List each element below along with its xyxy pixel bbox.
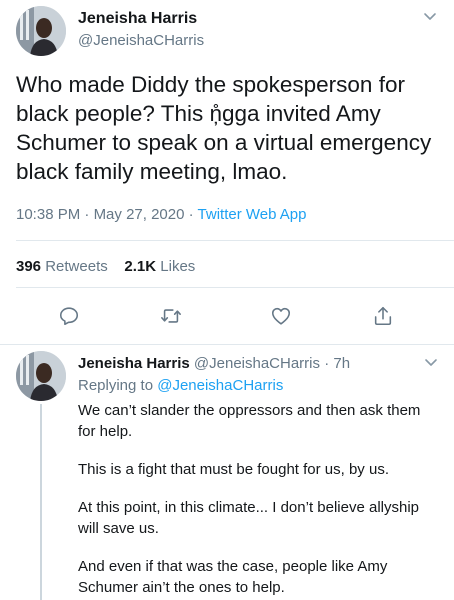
tweet-date[interactable]: May 27, 2020	[94, 206, 185, 223]
divider	[16, 287, 454, 288]
retweets-label: Retweets	[45, 258, 108, 275]
replying-to-prefix: Replying to	[78, 377, 154, 394]
reply-paragraph: We can’t slander the oppressors and then…	[78, 402, 421, 440]
thread-line	[40, 404, 42, 600]
reply-author-name[interactable]: Jeneisha Harris	[78, 355, 190, 372]
replying-to: Replying to @JeneishaCHarris	[78, 377, 283, 394]
likes-label: Likes	[160, 258, 196, 275]
divider	[16, 240, 454, 241]
avatar[interactable]	[16, 6, 66, 56]
reply-paragraph: At this point, in this climate... I don’…	[78, 499, 420, 537]
chevron-down-icon[interactable]	[423, 10, 437, 24]
reply-author-handle[interactable]: @JeneishaCHarris	[194, 355, 320, 372]
likes-stat[interactable]: 2.1K Likes	[124, 258, 195, 275]
retweet-icon[interactable]	[160, 305, 182, 327]
reply-header: Jeneisha Harris @JeneishaCHarris · 7h	[78, 355, 350, 372]
replying-to-handle[interactable]: @JeneishaCHarris	[157, 377, 283, 394]
likes-count: 2.1K	[124, 258, 157, 275]
tweet-text: Who made Diddy the spokesperson for blac…	[16, 72, 432, 184]
heart-icon[interactable]	[270, 305, 292, 327]
tweet-meta: 10:38 PM · May 27, 2020 · Twitter Web Ap…	[16, 206, 307, 223]
reply-icon[interactable]	[58, 305, 80, 327]
chevron-down-icon[interactable]	[424, 356, 438, 370]
avatar[interactable]	[16, 351, 66, 401]
tweet-time[interactable]: 10:38 PM	[16, 206, 80, 223]
author-name[interactable]: Jeneisha Harris	[78, 10, 197, 28]
reply-paragraph: And even if that was the case, people li…	[78, 558, 388, 596]
share-icon[interactable]	[372, 305, 394, 327]
retweets-count: 396	[16, 258, 42, 275]
reply-paragraph: This is a fight that must be fought for …	[78, 461, 389, 478]
reply-separator: ·	[324, 355, 330, 372]
avatar-image	[16, 351, 66, 401]
retweets-stat[interactable]: 396 Retweets	[16, 258, 108, 275]
author-handle[interactable]: @JeneishaCHarris	[78, 32, 204, 49]
divider	[0, 344, 454, 345]
avatar-image	[16, 6, 66, 56]
meta-separator: ·	[84, 206, 90, 223]
tweet-stats: 396 Retweets 2.1K Likes	[16, 258, 195, 275]
reply-time[interactable]: 7h	[333, 355, 350, 372]
tweet-source[interactable]: Twitter Web App	[198, 206, 307, 223]
meta-separator: ·	[188, 206, 194, 223]
